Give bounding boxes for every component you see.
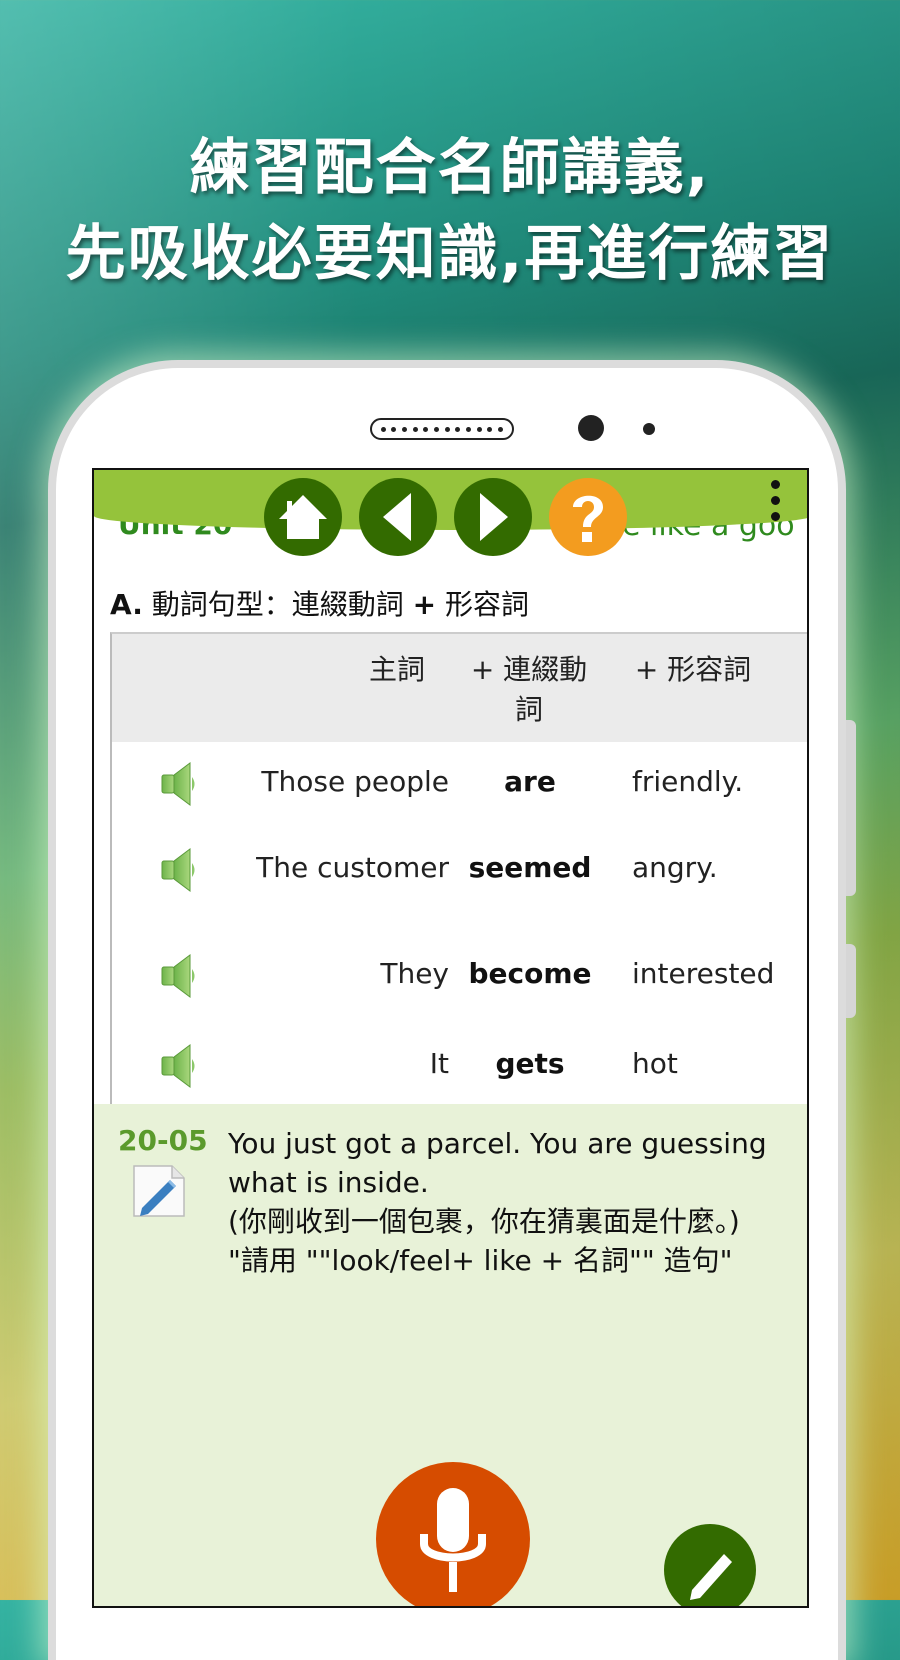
verb-cell: are bbox=[504, 765, 556, 798]
headline-line-2: 先吸收必要知識,再進行練習 bbox=[65, 219, 835, 289]
table-row: Those people are friendly. bbox=[112, 742, 807, 828]
subject-cell: The customer bbox=[256, 851, 449, 884]
table-row: They become interested bbox=[112, 932, 807, 1022]
triangle-left-icon bbox=[383, 493, 411, 541]
adjective-cell: interested bbox=[632, 957, 775, 990]
phone-camera bbox=[578, 415, 604, 441]
table-body: Those people are friendly. The customer seem… bbox=[112, 742, 807, 1112]
verb-cell: become bbox=[468, 957, 592, 990]
table-row: It gets hot bbox=[112, 1022, 807, 1112]
help-button[interactable] bbox=[549, 478, 627, 556]
phone-speaker bbox=[370, 418, 514, 440]
section-title-tail: 形容詞 bbox=[445, 588, 530, 621]
section-title-text: 動詞句型：連綴動詞 bbox=[151, 588, 404, 621]
microphone-icon bbox=[420, 1488, 486, 1592]
table-row: The customer seemed angry. bbox=[112, 828, 807, 932]
header-subject: 主詞 bbox=[368, 653, 425, 686]
triangle-right-icon bbox=[480, 493, 508, 541]
exercise-prompt: You just got a parcel. You are guessing … bbox=[228, 1124, 788, 1280]
pencil-icon bbox=[690, 1554, 732, 1600]
section-plus: + bbox=[412, 588, 437, 621]
subject-cell: Those people bbox=[261, 765, 449, 798]
adjective-cell: friendly. bbox=[632, 765, 744, 798]
header-verb: + 連綴動詞 bbox=[470, 653, 588, 726]
next-button[interactable] bbox=[454, 478, 532, 556]
write-answer-button[interactable] bbox=[664, 1524, 756, 1606]
subject-cell: It bbox=[429, 1047, 449, 1080]
grammar-table: 主詞 + 連綴動詞 + 形容詞 Those people are friendly.… bbox=[110, 632, 807, 1112]
question-mark-icon bbox=[573, 495, 603, 542]
edit-document-icon[interactable] bbox=[130, 1162, 188, 1220]
more-vertical-icon[interactable] bbox=[771, 480, 781, 528]
power-button bbox=[846, 944, 856, 1018]
speaker-icon[interactable] bbox=[160, 761, 200, 807]
app-screen: Unit 20 e like a goo A. 動詞句型：連綴動詞 + 形容詞 … bbox=[92, 468, 809, 1608]
exercise-panel: 20-05 You just got a parcel. You are gue… bbox=[94, 1104, 807, 1606]
speaker-icon[interactable] bbox=[160, 847, 200, 893]
section-title: A. 動詞句型：連綴動詞 + 形容詞 bbox=[110, 583, 529, 623]
phone-sensor bbox=[643, 423, 655, 435]
header-adjective: + 形容詞 bbox=[634, 653, 752, 686]
adjective-cell: angry. bbox=[632, 851, 718, 884]
exercise-number: 20-05 bbox=[118, 1124, 208, 1157]
subject-cell: They bbox=[380, 957, 449, 990]
top-bar bbox=[94, 470, 807, 530]
prompt-instruction: "請用 ""look/feel+ like + 名詞"" 造句" bbox=[228, 1244, 733, 1277]
section-prefix: A. bbox=[110, 588, 143, 621]
promo-headline: 練習配合名師講義, 先吸收必要知識,再進行練習 bbox=[0, 125, 900, 297]
volume-button bbox=[846, 720, 856, 896]
speaker-icon[interactable] bbox=[160, 953, 200, 999]
verb-cell: gets bbox=[495, 1047, 565, 1080]
verb-cell: seemed bbox=[468, 851, 592, 884]
speaker-icon[interactable] bbox=[160, 1043, 200, 1089]
prompt-english: You just got a parcel. You are guessing … bbox=[228, 1127, 767, 1199]
table-header: 主詞 + 連綴動詞 + 形容詞 bbox=[112, 634, 807, 742]
record-button[interactable] bbox=[376, 1462, 530, 1606]
prompt-chinese: (你剛收到一個包裹，你在猜裏面是什麼。) bbox=[228, 1205, 740, 1238]
home-icon bbox=[279, 495, 327, 539]
adjective-cell: hot bbox=[632, 1047, 678, 1080]
home-button[interactable] bbox=[264, 478, 342, 556]
previous-button[interactable] bbox=[359, 478, 437, 556]
headline-line-1: 練習配合名師講義, bbox=[189, 133, 711, 203]
